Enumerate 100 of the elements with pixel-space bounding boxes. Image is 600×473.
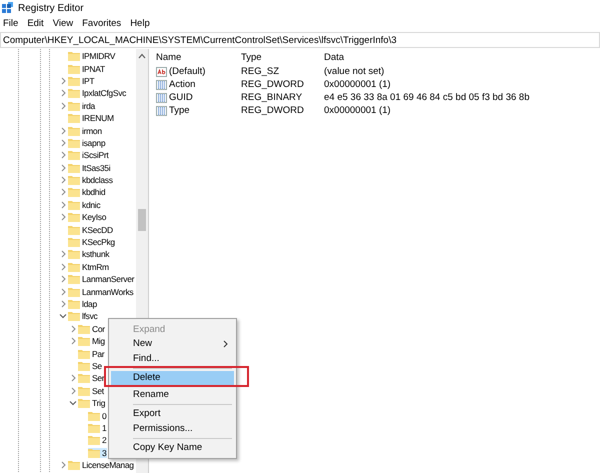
tree-item[interactable]: IRENUM bbox=[68, 113, 115, 124]
tree-item[interactable]: 1 bbox=[88, 422, 108, 433]
tree-item[interactable]: Par bbox=[78, 348, 106, 359]
tree-item[interactable]: kbdhid bbox=[68, 187, 106, 198]
binary-value-icon bbox=[156, 80, 167, 90]
menu-item[interactable]: New bbox=[111, 336, 234, 351]
tree-item[interactable]: iScsiPrt bbox=[68, 150, 110, 160]
string-value-icon bbox=[156, 66, 167, 76]
column-header[interactable]: Type bbox=[238, 49, 321, 65]
folder-icon bbox=[78, 386, 90, 396]
tree-item[interactable]: Trig bbox=[78, 398, 106, 408]
menu-item[interactable]: File bbox=[3, 18, 18, 29]
folder-icon bbox=[68, 88, 80, 98]
folder-icon bbox=[88, 435, 100, 446]
scroll-thumb[interactable] bbox=[138, 209, 146, 231]
folder-icon bbox=[68, 262, 80, 272]
tree-item[interactable]: IPT bbox=[68, 76, 96, 86]
tree-item[interactable]: KtmRm bbox=[68, 262, 110, 272]
menu-item[interactable]: Permissions... bbox=[111, 421, 234, 436]
folder-icon bbox=[78, 324, 90, 334]
table-cell-text: REG_DWORD bbox=[240, 104, 305, 117]
folder-icon bbox=[78, 360, 90, 371]
menu-item[interactable]: Edit bbox=[27, 18, 44, 29]
value-name: Action bbox=[169, 79, 196, 90]
folder-icon bbox=[78, 398, 90, 408]
folder-icon bbox=[88, 422, 100, 433]
value-name: (Default) bbox=[169, 66, 206, 77]
app-icon bbox=[2, 2, 14, 14]
folder-icon bbox=[68, 274, 80, 284]
tree-item[interactable]: 3 bbox=[88, 448, 108, 458]
tree-item[interactable]: irmon bbox=[68, 126, 103, 136]
table-cell-text: REG_BINARY bbox=[240, 91, 304, 104]
address-bar[interactable]: Computer\HKEY_LOCAL_MACHINE\SYSTEM\CurrentControlSet\Services\lfsvc\TriggerInfo\3 bbox=[0, 32, 600, 48]
folder-icon bbox=[78, 373, 90, 384]
tree-item[interactable]: Set bbox=[78, 386, 105, 396]
table-cell-text: e4 e5 36 33 8a 01 69 46 84 c5 bd 05 f3 bd 36 8b bbox=[323, 91, 530, 104]
folder-icon bbox=[68, 311, 80, 322]
tree-item[interactable]: isapnp bbox=[68, 138, 106, 148]
folder-icon bbox=[68, 113, 80, 124]
binary-value-icon bbox=[156, 92, 167, 102]
folder-icon bbox=[68, 224, 80, 235]
menu-item[interactable]: Delete bbox=[111, 370, 234, 385]
tree-item[interactable]: ksthunk bbox=[68, 249, 110, 260]
folder-icon bbox=[68, 299, 80, 309]
folder-icon bbox=[68, 100, 80, 111]
tree-item[interactable]: irda bbox=[68, 100, 96, 111]
folder-icon bbox=[68, 237, 80, 248]
binary-value-icon bbox=[156, 106, 167, 116]
tree-item[interactable]: Mig bbox=[78, 336, 106, 346]
folder-icon bbox=[88, 448, 100, 458]
menu-item[interactable]: Copy Key Name bbox=[111, 440, 234, 455]
folder-icon bbox=[88, 410, 100, 421]
menu-item[interactable]: Help bbox=[130, 18, 150, 29]
tree-item[interactable]: KSecPkg bbox=[68, 237, 116, 248]
tree-item[interactable]: Ser bbox=[78, 373, 106, 384]
table-cell-text: REG_DWORD bbox=[240, 78, 305, 91]
window-title: Registry Editor bbox=[18, 2, 84, 14]
column-header[interactable]: Name bbox=[153, 49, 238, 65]
tree-item[interactable]: IpxlatCfgSvc bbox=[68, 88, 128, 98]
folder-icon bbox=[68, 460, 80, 470]
tree-item[interactable]: 0 bbox=[88, 410, 108, 421]
tree-item[interactable]: IPNAT bbox=[68, 64, 106, 74]
tree-item[interactable]: Cor bbox=[78, 324, 106, 334]
folder-icon bbox=[68, 200, 80, 210]
folder-icon bbox=[68, 249, 80, 260]
value-name: Type bbox=[169, 105, 190, 116]
folder-icon bbox=[78, 336, 90, 346]
menu-item[interactable]: Rename bbox=[111, 387, 234, 402]
folder-icon bbox=[68, 64, 80, 74]
tree-item[interactable]: kbdclass bbox=[68, 175, 114, 186]
table-cell-text: 0x00000001 (1) bbox=[323, 78, 392, 91]
table-cell-text: REG_SZ bbox=[240, 65, 280, 78]
column-header[interactable]: Data bbox=[321, 49, 530, 65]
tree-item[interactable]: 2 bbox=[88, 435, 108, 446]
table-cell-text: 0x00000001 (1) bbox=[323, 104, 392, 117]
value-name: GUID bbox=[169, 92, 193, 103]
tree-item[interactable]: IPMIDRV bbox=[68, 51, 116, 62]
folder-icon bbox=[68, 138, 80, 148]
tree-item[interactable]: Se bbox=[78, 360, 103, 371]
tree-item[interactable]: LanmanServer bbox=[68, 274, 136, 284]
folder-icon bbox=[78, 348, 90, 359]
folder-icon bbox=[68, 175, 80, 186]
folder-icon bbox=[68, 286, 80, 297]
menu-item[interactable]: View bbox=[52, 18, 74, 29]
tree-item[interactable]: kdnic bbox=[68, 200, 102, 210]
menu-item[interactable]: Find... bbox=[111, 351, 234, 366]
tree-item[interactable]: ldap bbox=[68, 299, 98, 309]
menu-item[interactable]: Favorites bbox=[82, 18, 122, 29]
table-cell-text: (value not set) bbox=[323, 65, 386, 78]
tree-item[interactable]: LanmanWorks bbox=[68, 286, 134, 297]
folder-icon bbox=[68, 126, 80, 136]
folder-icon bbox=[68, 187, 80, 198]
menu-item[interactable]: Export bbox=[111, 406, 234, 421]
tree-item[interactable]: ItSas35i bbox=[68, 162, 112, 173]
tree-item[interactable]: lfsvc bbox=[68, 311, 99, 322]
tree-item[interactable]: LicenseManag bbox=[68, 460, 135, 470]
folder-icon bbox=[68, 212, 80, 222]
tree-item[interactable]: KeyIso bbox=[68, 212, 108, 222]
scroll-up-icon[interactable] bbox=[138, 53, 146, 59]
tree-item[interactable]: KSecDD bbox=[68, 224, 114, 235]
